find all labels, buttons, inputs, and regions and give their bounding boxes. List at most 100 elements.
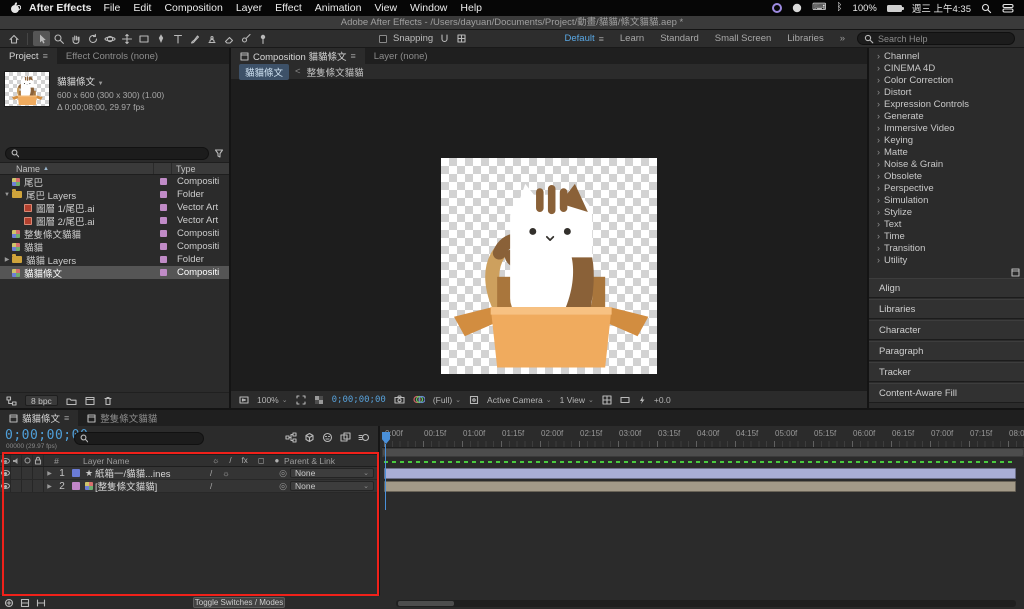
workspace-overflow-icon[interactable]: »	[840, 33, 845, 44]
scrollbar-handle[interactable]	[398, 601, 454, 606]
solo-column-icon[interactable]	[22, 455, 33, 466]
effect-category-4[interactable]: ›Expression Controls	[869, 98, 1024, 110]
new-composition-icon[interactable]	[85, 396, 95, 406]
stack-panel-5[interactable]: Content-Aware Fill	[869, 383, 1024, 403]
layer-name[interactable]: 紙箱一/貓貓...ines	[95, 466, 204, 480]
new-folder-icon[interactable]	[66, 396, 77, 406]
stack-panel-2[interactable]: Character	[869, 320, 1024, 340]
snap-option-alt-icon[interactable]	[456, 33, 467, 44]
draft-3d-icon[interactable]	[304, 432, 315, 443]
workspace-menu-icon[interactable]: ≡	[599, 34, 604, 44]
brush-tool[interactable]	[186, 31, 203, 46]
effect-category-12[interactable]: ›Simulation	[869, 194, 1024, 206]
always-preview-icon[interactable]	[239, 395, 249, 405]
project-item-name[interactable]: 整隻條文貓貓	[24, 227, 160, 241]
hand-tool[interactable]	[67, 31, 84, 46]
switch-icon-0[interactable]: /	[210, 482, 212, 491]
project-item-title[interactable]: 貓貓條文 ▼	[57, 74, 164, 88]
project-row-2[interactable]: 圖層 1/尾巴.aiVector Art	[0, 201, 229, 214]
effect-category-7[interactable]: ›Keying	[869, 134, 1024, 146]
project-row-3[interactable]: 圖層 2/尾巴.aiVector Art	[0, 214, 229, 227]
label-color-chip[interactable]	[160, 243, 167, 250]
label-color-chip[interactable]	[160, 178, 167, 185]
status-app-icon[interactable]	[772, 3, 782, 13]
parent-dropdown[interactable]: None⌄	[290, 481, 374, 491]
effects-panel-menu-icon[interactable]	[1011, 268, 1020, 278]
resolution-dropdown[interactable]: (Full)⌄	[433, 395, 461, 405]
rotation-tool[interactable]	[84, 31, 101, 46]
project-row-5[interactable]: 貓貓Compositi	[0, 240, 229, 253]
effect-category-2[interactable]: ›Color Correction	[869, 74, 1024, 86]
composition-mini-flowchart-icon[interactable]	[285, 432, 297, 443]
menubar-app-name[interactable]: After Effects	[29, 2, 91, 14]
project-item-name[interactable]: 尾巴 Layers	[26, 188, 160, 202]
label-color-chip[interactable]	[160, 269, 167, 276]
snapping-checkbox[interactable]	[379, 35, 387, 43]
switch-icon-0[interactable]: /	[210, 469, 212, 478]
effect-category-14[interactable]: ›Text	[869, 218, 1024, 230]
project-item-name[interactable]: 圖層 2/尾巴.ai	[36, 214, 160, 228]
active-camera-dropdown[interactable]: Active Camera⌄	[487, 395, 552, 405]
expand-in-out-icon[interactable]	[36, 598, 46, 608]
menubar-datetime[interactable]: 週三 上午4:35	[912, 1, 971, 15]
battery-icon[interactable]	[887, 5, 902, 12]
layer-solo-cell[interactable]	[22, 467, 33, 479]
effect-category-0[interactable]: ›Channel	[869, 50, 1024, 62]
panel-menu-icon[interactable]: ≡	[43, 51, 48, 61]
effect-category-6[interactable]: ›Immersive Video	[869, 122, 1024, 134]
expand-transfer-controls-icon[interactable]	[20, 598, 30, 608]
layer-audio-cell[interactable]	[11, 467, 22, 479]
layer-duration-bar-1[interactable]	[384, 481, 1016, 492]
eye-icon[interactable]	[1, 483, 10, 489]
target-region-icon[interactable]	[469, 395, 479, 405]
effect-category-10[interactable]: ›Obsolete	[869, 170, 1024, 182]
effect-category-9[interactable]: ›Noise & Grain	[869, 158, 1024, 170]
panel-menu-icon[interactable]: ≡	[64, 413, 69, 423]
video-column-icon[interactable]	[0, 455, 11, 466]
label-color-chip[interactable]	[160, 204, 167, 211]
column-number[interactable]: #	[44, 456, 69, 466]
stack-panel-1[interactable]: Libraries	[869, 299, 1024, 319]
effect-category-11[interactable]: ›Perspective	[869, 182, 1024, 194]
panel-menu-icon[interactable]: ≡	[350, 51, 355, 61]
row-disclosure-icon[interactable]: ▼	[2, 192, 12, 198]
project-row-4[interactable]: 整隻條文貓貓Compositi	[0, 227, 229, 240]
effect-category-15[interactable]: ›Time	[869, 230, 1024, 242]
show-channels-icon[interactable]	[413, 395, 425, 404]
layer-name[interactable]: [整隻條文貓貓]	[95, 479, 204, 493]
timeline-layer-row-1[interactable]: ▶2[整隻條文貓貓]/◎None⌄	[0, 480, 378, 493]
pan-behind-tool[interactable]	[118, 31, 135, 46]
effect-category-5[interactable]: ›Generate	[869, 110, 1024, 122]
shape-tool[interactable]	[135, 31, 152, 46]
layer-color-chip[interactable]	[72, 482, 80, 490]
layer-disclosure-icon[interactable]: ▶	[44, 483, 55, 490]
column-switches[interactable]: ☼/fx◻●	[206, 456, 278, 465]
column-type-label[interactable]: Type	[171, 163, 229, 174]
type-tool[interactable]	[169, 31, 186, 46]
tab-timeline-inactive[interactable]: 整隻條文貓貓	[78, 410, 166, 426]
color-depth-button[interactable]: 8 bpc	[25, 395, 58, 406]
project-item-name[interactable]: 貓貓條文	[24, 266, 160, 280]
spotlight-icon[interactable]	[981, 3, 992, 14]
lock-column-icon[interactable]	[33, 455, 44, 466]
menubar-menu-2[interactable]: Composition	[164, 2, 222, 14]
magnification-dropdown[interactable]: 100%⌄	[257, 395, 288, 405]
pickwhip-icon[interactable]: ◎	[276, 481, 290, 492]
clone-stamp-tool[interactable]	[203, 31, 220, 46]
breadcrumb-current[interactable]: 貓貓條文	[239, 64, 289, 80]
frame-blending-icon[interactable]	[340, 432, 351, 443]
project-search-box[interactable]	[5, 147, 209, 160]
breadcrumb-parent[interactable]: 整隻條文貓貓	[307, 65, 364, 79]
menubar-menu-6[interactable]: View	[374, 2, 397, 14]
project-list-header[interactable]: Name▲ Type	[0, 162, 229, 175]
stack-panel-0[interactable]: Align	[869, 278, 1024, 298]
eraser-tool[interactable]	[220, 31, 237, 46]
project-filter-icon[interactable]	[214, 148, 224, 158]
timeline-ruler[interactable]: 0:00f00:15f01:00f01:15f02:00f02:15f03:00…	[382, 426, 1024, 448]
project-row-0[interactable]: 尾巴Compositi	[0, 175, 229, 188]
transparency-grid-icon[interactable]	[314, 395, 324, 405]
project-flowchart-icon[interactable]	[6, 396, 17, 406]
effect-category-8[interactable]: ›Matte	[869, 146, 1024, 158]
eye-icon[interactable]	[1, 470, 10, 476]
tab-effect-controls[interactable]: Effect Controls (none)	[57, 48, 167, 64]
